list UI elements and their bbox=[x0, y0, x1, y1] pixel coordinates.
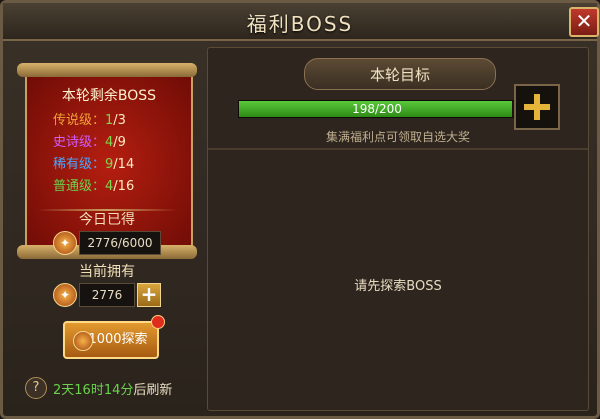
refresh-suffix: 后刷新 bbox=[133, 383, 173, 398]
welfare-coin-icon: ✦ bbox=[53, 231, 77, 255]
tier-legendary: 传说级：1/3 bbox=[53, 109, 126, 128]
tier-label: 传说级： bbox=[53, 113, 106, 128]
reward-hint: 集满福利点可领取自选大奖 bbox=[325, 130, 470, 144]
tier-total: /9 bbox=[113, 135, 126, 150]
explore-button[interactable]: 1000探索 bbox=[63, 321, 159, 359]
tier-label: 稀有级： bbox=[53, 157, 106, 172]
left-panel: 本轮剩余BOSS 传说级：1/3 史诗级：4/9 稀有级：9/14 普通级：4/… bbox=[17, 49, 197, 409]
welfare-coin-icon: ✦ bbox=[53, 283, 77, 307]
window-title: 福利BOSS bbox=[246, 12, 354, 36]
progress-text: 198/200 bbox=[352, 102, 402, 116]
notification-dot-icon bbox=[151, 315, 165, 329]
tier-total: /3 bbox=[113, 113, 126, 128]
current-owned-label: 当前拥有 bbox=[79, 264, 135, 280]
today-earned-label: 今日已得 bbox=[79, 212, 135, 228]
plus-icon bbox=[534, 94, 540, 120]
tier-total: /14 bbox=[113, 157, 135, 172]
claim-reward-button[interactable] bbox=[514, 84, 560, 130]
refresh-time: 2天16时14分 bbox=[53, 383, 134, 398]
empty-state-text: 请先探索BOSS bbox=[354, 279, 442, 294]
target-banner: 本轮目标 bbox=[304, 58, 496, 90]
help-button[interactable]: ? bbox=[25, 377, 47, 399]
tier-rare: 稀有级：9/14 bbox=[53, 153, 134, 172]
right-panel: 本轮目标 198/200 集满福利点可领取自选大奖 请先探索BOSS bbox=[207, 47, 589, 411]
scroll-roll-top bbox=[17, 63, 197, 77]
today-earned-value: 2776/6000 bbox=[79, 231, 161, 255]
coin-icon bbox=[73, 331, 93, 351]
title-bar: 福利BOSS ✕ bbox=[3, 3, 599, 41]
close-button[interactable]: ✕ bbox=[569, 7, 599, 37]
target-title: 本轮目标 bbox=[369, 66, 430, 84]
tier-label: 普通级： bbox=[53, 179, 106, 194]
refresh-countdown: 2天16时14分后刷新 bbox=[53, 379, 172, 398]
tier-label: 史诗级： bbox=[53, 135, 106, 150]
current-owned-value: 2776 bbox=[79, 283, 135, 307]
explore-button-label: 1000探索 bbox=[88, 332, 148, 347]
tier-common: 普通级：4/16 bbox=[53, 175, 134, 194]
tier-epic: 史诗级：4/9 bbox=[53, 131, 126, 150]
divider bbox=[208, 148, 588, 150]
tier-total: /16 bbox=[113, 179, 135, 194]
add-points-button[interactable]: + bbox=[137, 283, 161, 307]
remaining-boss-title: 本轮剩余BOSS bbox=[61, 88, 157, 104]
welfare-boss-window: 福利BOSS ✕ 本轮剩余BOSS 传说级：1/3 史诗级：4/9 稀有级：9/… bbox=[0, 0, 600, 419]
target-progress-bar: 198/200 bbox=[238, 100, 516, 118]
